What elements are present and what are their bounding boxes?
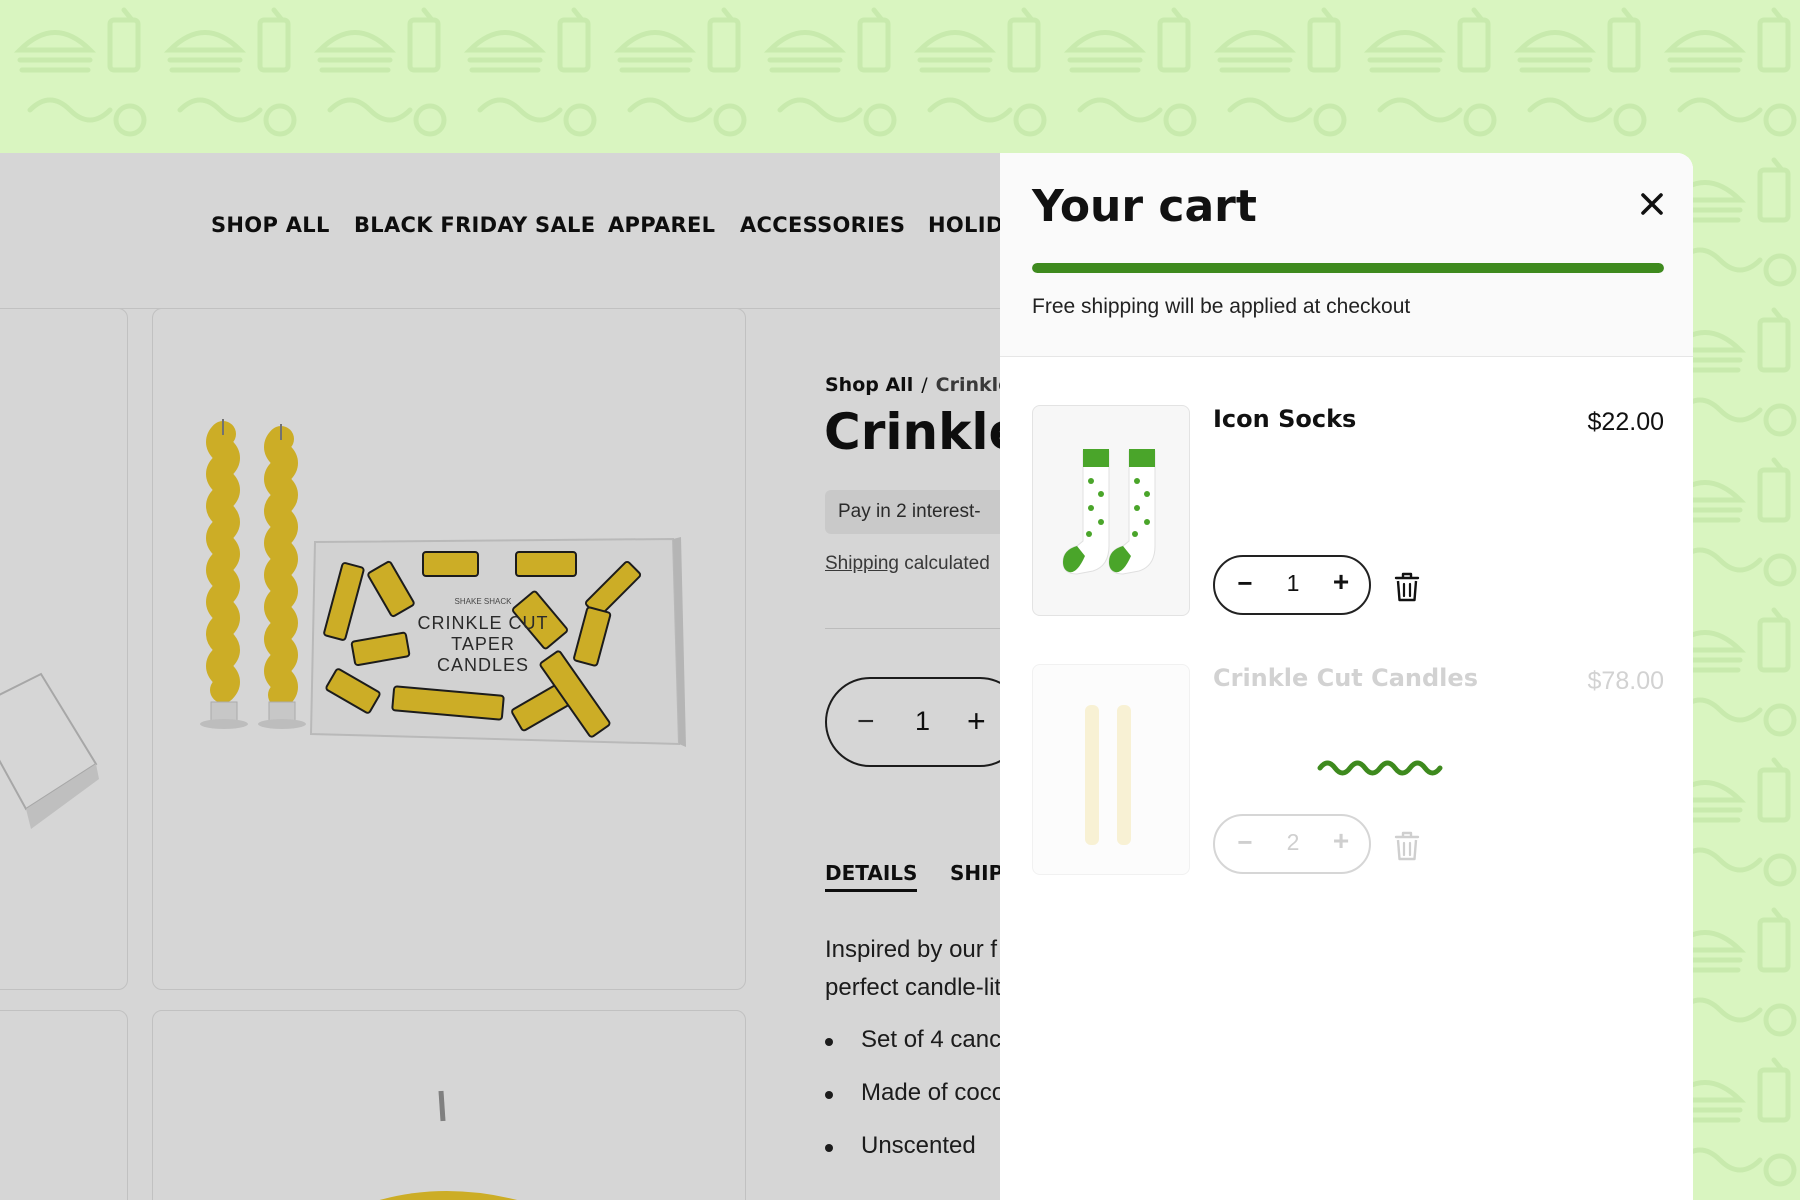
cart-item: Crinkle Cut Candles $78.00 − 2 + [1032,664,1664,879]
cart-item-image[interactable] [1032,664,1190,875]
qty-increase-button[interactable]: + [1327,566,1355,600]
cart-item-quantity-stepper: − 1 + [1213,555,1371,615]
qty-decrease-button[interactable]: − [1231,568,1259,602]
qty-increase-button[interactable]: + [1327,825,1355,859]
qty-value: 2 [1286,829,1300,855]
cart-item-name[interactable]: Crinkle Cut Candles [1213,664,1478,692]
free-shipping-progress-bar [1032,263,1664,273]
cart-title: Your cart [1032,181,1257,232]
close-icon[interactable] [1634,186,1670,222]
cart-header: Your cart Free shipping will be applied … [1000,153,1693,357]
cart-item-price: $22.00 [1587,408,1664,436]
qty-value: 1 [1286,570,1300,596]
free-shipping-message: Free shipping will be applied at checkou… [1032,295,1411,318]
browser-viewport: SHOP ALL BLACK FRIDAY SALE APPAREL ACCES… [0,153,1693,1200]
cart-item: Icon Socks $22.00 − 1 + [1032,405,1664,620]
cart-item-price: $78.00 [1587,667,1664,695]
page-dim-overlay[interactable] [0,153,1000,1200]
cart-item-name[interactable]: Icon Socks [1213,405,1356,433]
cart-item-image[interactable] [1032,405,1190,616]
trash-icon[interactable] [1394,572,1420,602]
loading-squiggle-icon [1317,760,1443,776]
cart-drawer: Your cart Free shipping will be applied … [1000,153,1693,1200]
trash-icon[interactable] [1394,831,1420,861]
socks-icon [1062,449,1156,575]
qty-decrease-button[interactable]: − [1231,827,1259,861]
free-shipping-progress-fill [1032,263,1664,273]
cart-item-quantity-stepper: − 2 + [1213,814,1371,874]
candles-thumbnail-icon [1085,705,1131,845]
